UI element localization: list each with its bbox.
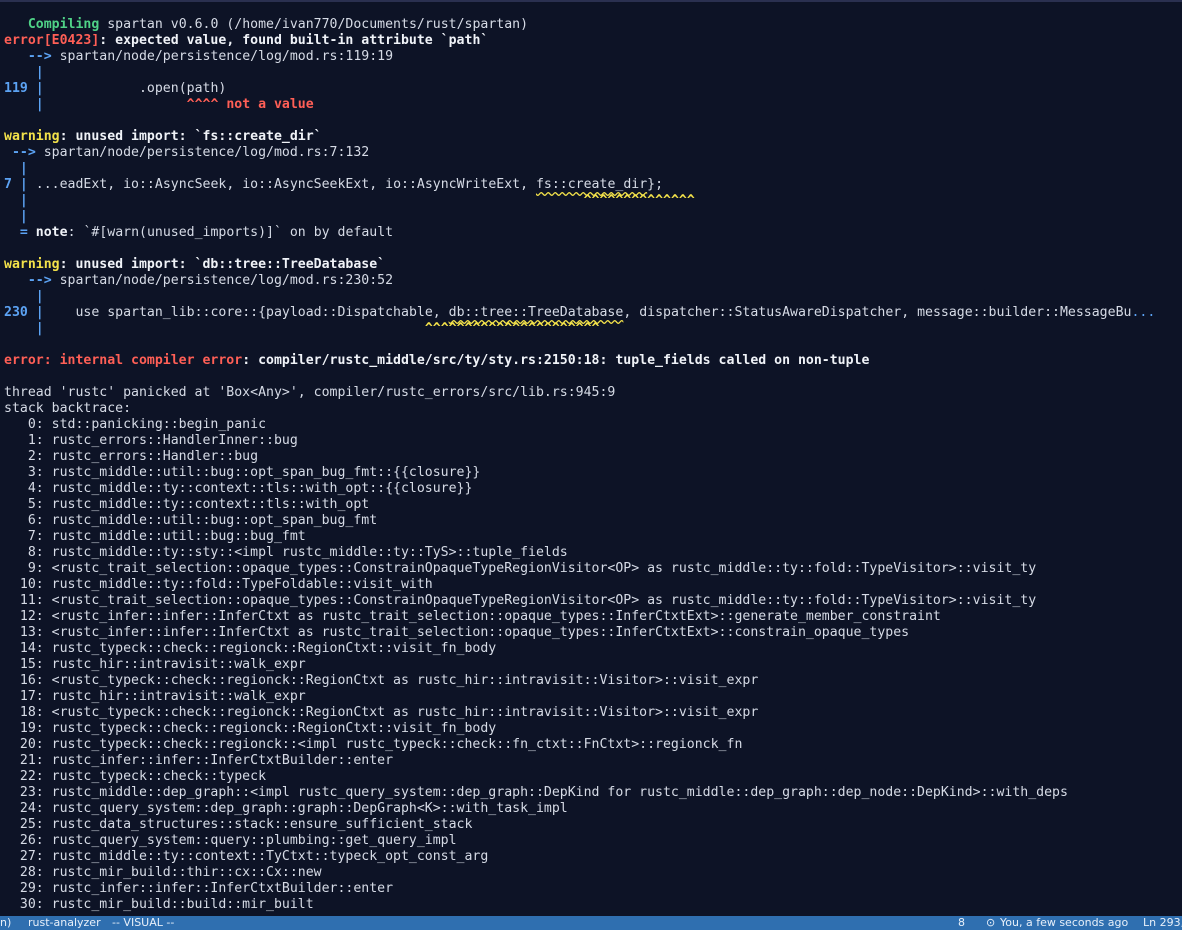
- gutter-line: |: [4, 65, 44, 80]
- note-line: = note: `#[warn(unused_imports)]` on by …: [19, 225, 394, 240]
- backtrace-frame: 27: rustc_middle::ty::context::TyCtxt::t…: [4, 849, 489, 864]
- warning-caret-line: | ^^^^^^^^^^^^^^^^^^^^^^: [4, 321, 600, 336]
- gutter-line: |: [4, 161, 28, 176]
- backtrace-frame: 14: rustc_typeck::check::regionck::Regio…: [4, 641, 497, 656]
- warning-code-line: 230 | use spartan_lib::core::{payload::D…: [4, 305, 1156, 320]
- warning-header: warning: unused import: `fs::create_dir`: [4, 129, 322, 144]
- backtrace-frame: 6: rustc_middle::util::bug::opt_span_bug…: [4, 513, 378, 528]
- status-number: 8: [958, 916, 965, 929]
- backtrace-frame: 7: rustc_middle::util::bug::bug_fmt: [4, 529, 306, 544]
- note-label: note: [35, 225, 68, 240]
- backtrace-frame: 29: rustc_infer::infer::InferCtxtBuilder…: [4, 881, 394, 896]
- backtrace-frame: 15: rustc_hir::intravisit::walk_expr: [4, 657, 306, 672]
- backtrace-frame: 17: rustc_hir::intravisit::walk_expr: [4, 689, 306, 704]
- location-arrow: -->: [27, 49, 52, 64]
- location-arrow: -->: [11, 145, 36, 160]
- backtrace-frame: 13: <rustc_infer::infer::InferCtxt as ru…: [4, 625, 910, 640]
- compiling-line: Compiling spartan v0.6.0 (/home/ivan770/…: [27, 17, 529, 32]
- git-commit-icon: ⊙: [986, 916, 996, 929]
- caret-marker: ^^^^^^^^^^^^^^^^^^^^^^: [424, 321, 600, 336]
- status-bar: n) rust-analyzer -- VISUAL -- 8 ⊙ You, a…: [0, 916, 1182, 930]
- vim-mode: -- VISUAL --: [112, 916, 175, 929]
- backtrace-frame: 25: rustc_data_structures::stack::ensure…: [4, 817, 473, 832]
- error-header: error[E0423]: expected value, found buil…: [4, 33, 489, 48]
- terminal-output[interactable]: Compiling spartan v0.6.0 (/home/ivan770/…: [0, 0, 1182, 916]
- line-number: 119: [4, 81, 28, 96]
- line-number: 7: [4, 177, 12, 192]
- backtrace-frame: 11: <rustc_trait_selection::opaque_types…: [4, 593, 1037, 608]
- backtrace-frame: 12: <rustc_infer::infer::InferCtxt as ru…: [4, 609, 941, 624]
- line-number: 230: [4, 305, 28, 320]
- backtrace-frame: 24: rustc_query_system::dep_graph::graph…: [4, 801, 568, 816]
- backtrace-frame: 8: rustc_middle::ty::sty::<impl rustc_mi…: [4, 545, 568, 560]
- error-code-line: 119 | .open(path): [4, 81, 227, 96]
- caret-message: not a value: [218, 97, 314, 112]
- backtrace-frame: 30: rustc_mir_build::build::mir_built: [4, 897, 314, 912]
- highlighted-import: fs::create_dir: [535, 177, 648, 192]
- git-blame[interactable]: You, a few seconds ago: [1000, 916, 1128, 930]
- gutter-line: |: [4, 209, 28, 224]
- error-location: --> spartan/node/persistence/log/mod.rs:…: [27, 49, 394, 64]
- caret-marker: ^^^^^^^^^^^^^^: [583, 193, 695, 208]
- backtrace-frame: 5: rustc_middle::ty::context::tls::with_…: [4, 497, 370, 512]
- backtrace-header: stack backtrace:: [4, 401, 132, 416]
- warning-label: warning: [4, 129, 60, 144]
- warning-caret-line: | ^^^^^^^^^^^^^^: [4, 193, 695, 208]
- backtrace-frame: 10: rustc_middle::ty::fold::TypeFoldable…: [4, 577, 433, 592]
- lsp-status[interactable]: rust-analyzer: [28, 916, 101, 930]
- backtrace-frame: 28: rustc_mir_build::thir::cx::Cx::new: [4, 865, 322, 880]
- caret-marker: ^^^^: [186, 97, 219, 112]
- backtrace-frame: 22: rustc_typeck::check::typeck: [4, 769, 267, 784]
- backtrace-frame: 4: rustc_middle::ty::context::tls::with_…: [4, 481, 473, 496]
- backtrace-frame: 16: <rustc_typeck::check::regionck::Regi…: [4, 673, 759, 688]
- panic-line: thread 'rustc' panicked at 'Box<Any>', c…: [4, 385, 616, 400]
- warning-location: --> spartan/node/persistence/log/mod.rs:…: [27, 273, 394, 288]
- status-left-fragment: n): [0, 916, 12, 929]
- backtrace-frame: 23: rustc_middle::dep_graph::<impl rustc…: [4, 785, 1068, 800]
- error-caret-line: | ^^^^ not a value: [4, 97, 314, 112]
- location-arrow: -->: [27, 273, 52, 288]
- backtrace-frame: 19: rustc_typeck::check::regionck::Regio…: [4, 721, 497, 736]
- gutter-line: |: [4, 289, 44, 304]
- backtrace-frame: 3: rustc_middle::util::bug::opt_span_bug…: [4, 465, 481, 480]
- ice-header: error: internal compiler error: compiler…: [4, 353, 870, 368]
- warning-location: --> spartan/node/persistence/log/mod.rs:…: [11, 145, 370, 160]
- backtrace-frame: 1: rustc_errors::HandlerInner::bug: [4, 433, 298, 448]
- ice-label: error: internal compiler error: [4, 353, 243, 368]
- warning-header: warning: unused import: `db::tree::TreeD…: [4, 257, 386, 272]
- compiling-keyword: Compiling: [27, 17, 100, 32]
- warning-label: warning: [4, 257, 60, 272]
- truncation-ellipsis: ...: [1131, 305, 1156, 320]
- backtrace-frame: 9: <rustc_trait_selection::opaque_types:…: [4, 561, 1037, 576]
- backtrace-frame: 21: rustc_infer::infer::InferCtxtBuilder…: [4, 753, 394, 768]
- backtrace-frame: 26: rustc_query_system::query::plumbing:…: [4, 833, 457, 848]
- window-top-strip: [0, 0, 1182, 2]
- error-code: error[E0423]: [4, 33, 100, 48]
- backtrace-frame: 2: rustc_errors::Handler::bug: [4, 449, 259, 464]
- backtrace-frame: 18: <rustc_typeck::check::regionck::Regi…: [4, 705, 759, 720]
- backtrace-frame: 20: rustc_typeck::check::regionck::<impl…: [4, 737, 743, 752]
- cursor-position[interactable]: Ln 293,: [1143, 916, 1182, 930]
- highlighted-import: db::tree::TreeDatabase: [448, 305, 624, 320]
- backtrace-frame: 0: std::panicking::begin_panic: [4, 417, 267, 432]
- warning-code-line: 7 | ...eadExt, io::AsyncSeek, io::AsyncS…: [4, 177, 664, 192]
